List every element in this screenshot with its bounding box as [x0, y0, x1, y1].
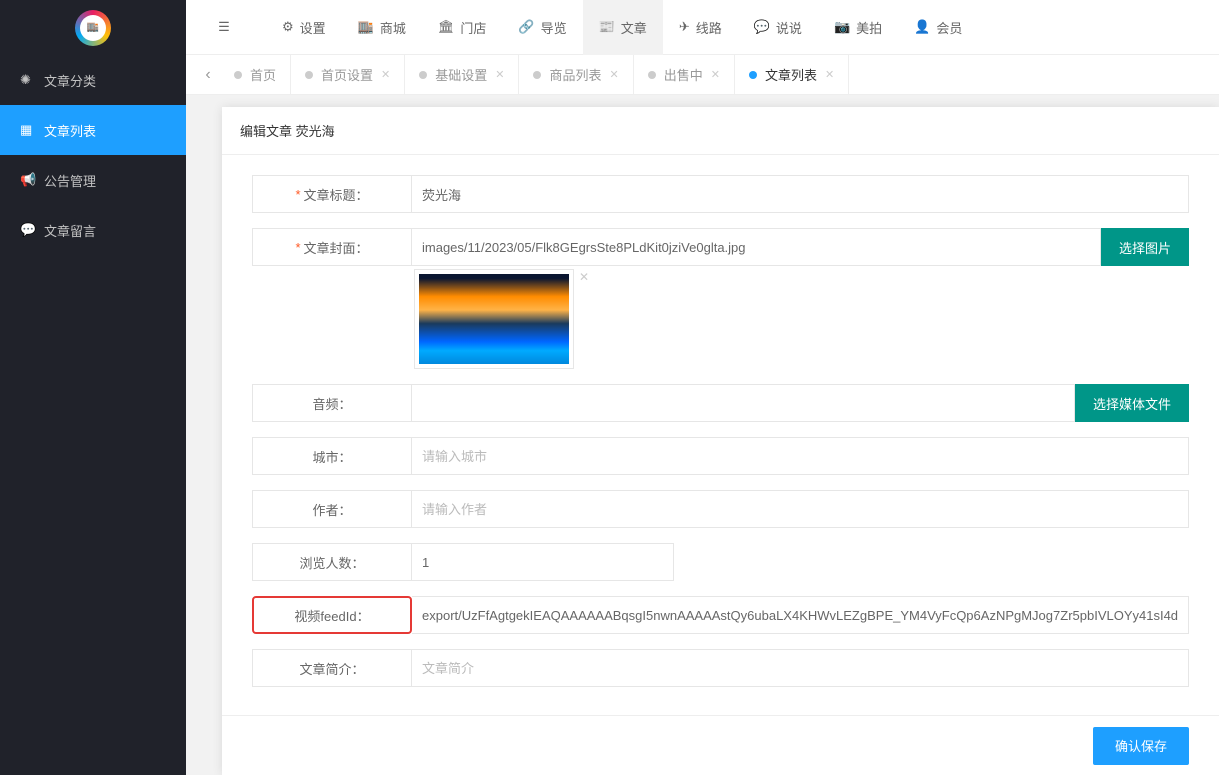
save-button[interactable]: 确认保存	[1093, 727, 1189, 765]
sidebar-item-announce[interactable]: 📢 公告管理	[0, 155, 186, 205]
plane-icon: ✈	[679, 19, 690, 35]
input-audio[interactable]	[412, 384, 1075, 422]
tab-article-list[interactable]: 文章列表✕	[735, 55, 849, 95]
logo: 🏬	[0, 0, 186, 55]
sidebar: 🏬 ✺ 文章分类 ▦ 文章列表 📢 公告管理 💬 文章留言	[0, 0, 186, 775]
store-icon: 🏬	[358, 19, 374, 35]
input-cover[interactable]	[412, 228, 1101, 266]
top-nav: ☰ ⚙设置 🏬商城 🏛门店 🔗导览 📰文章 ✈线路 💬说说 📷美拍 👤会员	[186, 0, 1219, 55]
tab-base-settings[interactable]: 基础设置✕	[405, 55, 519, 95]
topnav-photo[interactable]: 📷美拍	[818, 0, 898, 55]
close-icon[interactable]: ✕	[381, 68, 390, 81]
tab-on-sale[interactable]: 出售中✕	[634, 55, 735, 95]
gear-icon: ⚙	[282, 19, 294, 35]
topnav-article[interactable]: 📰文章	[583, 0, 663, 55]
tab-prev-icon[interactable]: ‹	[196, 66, 220, 84]
tab-product-list[interactable]: 商品列表✕	[519, 55, 633, 95]
close-icon[interactable]: ✕	[711, 68, 720, 81]
panel-title: 编辑文章 荧光海	[222, 107, 1219, 155]
topnav-guide[interactable]: 🔗导览	[502, 0, 582, 55]
label-title: *文章标题：	[252, 175, 412, 213]
user-icon: 👤	[914, 19, 930, 35]
tab-home[interactable]: 首页	[220, 55, 291, 95]
sidebar-item-comments[interactable]: 💬 文章留言	[0, 205, 186, 255]
news-icon: 📰	[599, 19, 615, 35]
link-icon: 🔗	[518, 19, 534, 35]
input-views[interactable]	[412, 543, 674, 581]
label-intro: 文章简介：	[252, 649, 412, 687]
wechat-icon: 💬	[754, 19, 770, 35]
topnav-talk[interactable]: 💬说说	[738, 0, 818, 55]
label-feedid: 视频feedId：	[252, 596, 412, 634]
grid-icon: ▦	[20, 122, 34, 138]
topnav-route[interactable]: ✈线路	[663, 0, 738, 55]
tab-bar: ‹ 首页 首页设置✕ 基础设置✕ 商品列表✕ 出售中✕ 文章列表✕	[186, 55, 1219, 95]
remove-image-icon[interactable]: ✕	[579, 270, 589, 284]
sidebar-item-label: 文章留言	[44, 221, 96, 240]
label-cover: *文章封面：	[252, 228, 412, 266]
close-icon[interactable]: ✕	[610, 68, 619, 81]
topnav-member[interactable]: 👤会员	[898, 0, 978, 55]
cover-thumbnail	[419, 274, 569, 364]
menu-toggle-icon[interactable]: ☰	[206, 19, 242, 35]
tab-home-settings[interactable]: 首页设置✕	[291, 55, 405, 95]
input-author[interactable]	[412, 490, 1189, 528]
main: ☰ ⚙设置 🏬商城 🏛门店 🔗导览 📰文章 ✈线路 💬说说 📷美拍 👤会员 ‹ …	[186, 0, 1219, 775]
input-intro[interactable]	[412, 649, 1189, 687]
sidebar-item-label: 文章分类	[44, 71, 96, 90]
footer-bar: 确认保存	[222, 715, 1219, 775]
building-icon: 🏛	[438, 19, 455, 35]
chat-icon: 💬	[20, 222, 34, 238]
form: *文章标题： *文章封面： 选择图片 ✕	[222, 155, 1219, 715]
input-city[interactable]	[412, 437, 1189, 475]
sidebar-item-label: 文章列表	[44, 121, 96, 140]
topnav-mall[interactable]: 🏬商城	[342, 0, 422, 55]
select-media-button[interactable]: 选择媒体文件	[1075, 384, 1189, 422]
sidebar-item-category[interactable]: ✺ 文章分类	[0, 55, 186, 105]
input-feedid[interactable]	[412, 596, 1189, 634]
edit-panel: 编辑文章 荧光海 *文章标题： *文章封面： 选择图片 ✕	[222, 107, 1219, 775]
label-audio: 音频：	[252, 384, 412, 422]
select-image-button[interactable]: 选择图片	[1101, 228, 1189, 266]
input-title[interactable]	[412, 175, 1189, 213]
label-city: 城市：	[252, 437, 412, 475]
sidebar-item-label: 公告管理	[44, 171, 96, 190]
label-author: 作者：	[252, 490, 412, 528]
sidebar-item-article-list[interactable]: ▦ 文章列表	[0, 105, 186, 155]
cover-preview: ✕	[414, 269, 574, 369]
topnav-settings[interactable]: ⚙设置	[266, 0, 342, 55]
camera-icon: 📷	[834, 19, 850, 35]
topnav-shop[interactable]: 🏛门店	[422, 0, 503, 55]
megaphone-icon: 📢	[20, 172, 34, 188]
close-icon[interactable]: ✕	[495, 68, 504, 81]
close-icon[interactable]: ✕	[825, 68, 834, 81]
sparkle-icon: ✺	[20, 72, 34, 88]
label-views: 浏览人数：	[252, 543, 412, 581]
